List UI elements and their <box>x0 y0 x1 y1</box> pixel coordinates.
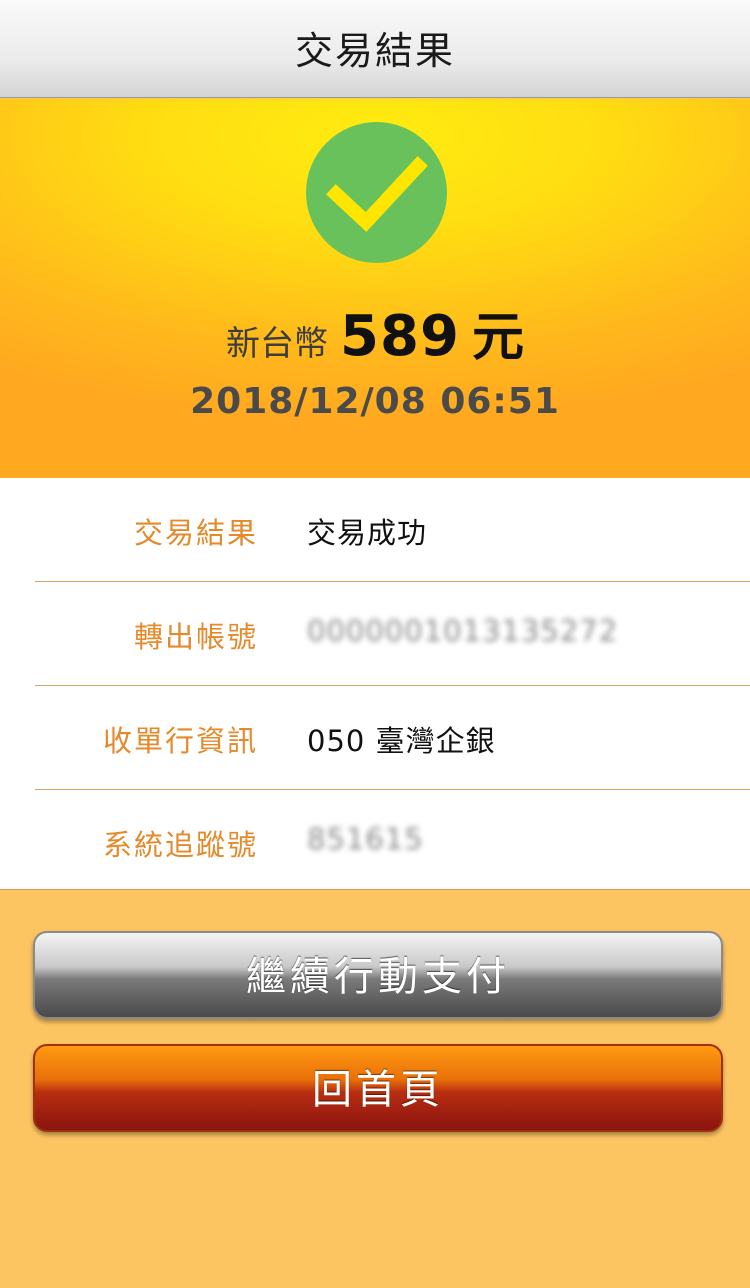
nav-bar: 交易結果 <box>0 0 750 98</box>
continue-payment-button[interactable]: 繼續行動支付 <box>33 931 723 1019</box>
detail-row-trace-number: 系統追蹤號 851615 <box>0 790 750 894</box>
detail-label: 收單行資訊 <box>102 724 258 758</box>
success-badge <box>306 122 447 263</box>
page-title: 交易結果 <box>294 29 455 73</box>
check-icon <box>326 156 428 232</box>
detail-list: 交易結果 交易成功 轉出帳號 0000001013135272 收單行資訊 05… <box>0 478 750 890</box>
detail-row-acquirer: 收單行資訊 050 臺灣企銀 <box>0 686 750 790</box>
detail-value-obscured: 851615 <box>307 822 424 856</box>
home-button[interactable]: 回首頁 <box>33 1044 723 1132</box>
amount-value: 589 <box>340 304 460 369</box>
detail-value: 050 臺灣企銀 <box>307 724 496 758</box>
currency-label: 新台幣 <box>226 324 329 364</box>
amount-row: 新台幣 589 元 <box>0 295 750 369</box>
detail-label: 交易結果 <box>133 516 258 550</box>
amount-unit: 元 <box>471 308 524 368</box>
detail-value-obscured: 0000001013135272 <box>307 614 619 648</box>
detail-row-result: 交易結果 交易成功 <box>0 478 750 582</box>
detail-label: 系統追蹤號 <box>102 828 258 862</box>
transaction-datetime: 2018/12/08 06:51 <box>190 381 560 422</box>
detail-value: 交易成功 <box>307 516 428 550</box>
transaction-summary: 新台幣 589 元 2018/12/08 06:51 <box>0 99 750 478</box>
detail-row-account: 轉出帳號 0000001013135272 <box>0 582 750 686</box>
detail-label: 轉出帳號 <box>133 620 258 654</box>
